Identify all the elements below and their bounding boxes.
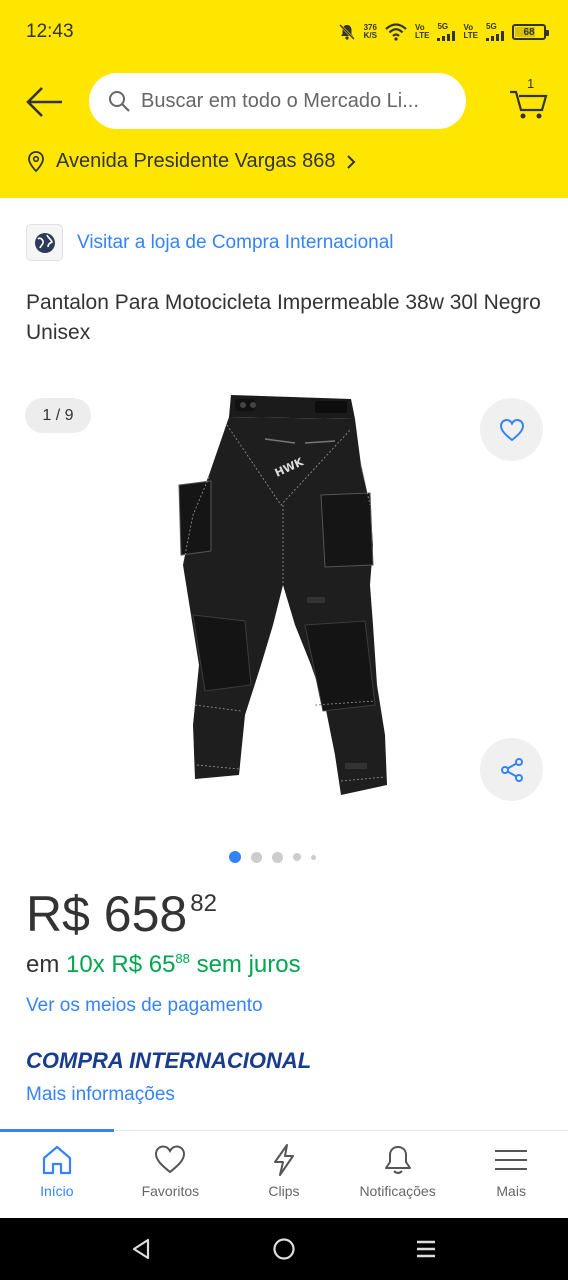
gallery-dot[interactable] bbox=[293, 853, 301, 861]
status-bar: 12:43 376 K/S Vo LTE 5G Vo LTE 5G 68 bbox=[0, 0, 568, 64]
location-text: Avenida Presidente Vargas 868 bbox=[56, 150, 336, 172]
globe-icon bbox=[26, 224, 63, 261]
gallery-dot[interactable] bbox=[272, 851, 283, 863]
product-title: Pantalon Para Motocicleta Impermeable 38… bbox=[26, 291, 541, 344]
chevron-right-icon bbox=[347, 154, 356, 169]
app-header: 12:43 376 K/S Vo LTE 5G Vo LTE 5G 68 Bus… bbox=[0, 0, 568, 198]
store-link[interactable]: Visitar a loja de Compra Internacional bbox=[77, 232, 394, 254]
nav-more[interactable]: Mais bbox=[454, 1131, 568, 1218]
battery-icon: 68 bbox=[512, 24, 549, 40]
wifi-icon bbox=[385, 23, 407, 41]
gallery-dot[interactable] bbox=[311, 854, 316, 860]
system-home-icon[interactable] bbox=[272, 1237, 296, 1261]
active-tab-indicator bbox=[0, 1129, 114, 1132]
signal-2: 5G bbox=[486, 23, 504, 41]
installment-amount: 10x R$ 6588 sem juros bbox=[66, 951, 301, 978]
share-icon bbox=[500, 757, 523, 782]
installments: em 10x R$ 6588 sem juros bbox=[26, 951, 301, 978]
price-amount: R$ 658 bbox=[26, 886, 188, 942]
price-cents: 82 bbox=[190, 890, 217, 917]
volte-1: Vo LTE bbox=[414, 23, 430, 40]
status-time: 12:43 bbox=[26, 21, 74, 42]
menu-icon bbox=[495, 1150, 528, 1170]
cart-icon bbox=[510, 90, 548, 119]
favorite-button[interactable] bbox=[480, 398, 543, 461]
bell-icon bbox=[384, 1146, 411, 1174]
product-image[interactable]: HWK bbox=[165, 385, 395, 810]
lightning-icon bbox=[273, 1144, 294, 1176]
search-placeholder: Buscar em todo o Mercado Li... bbox=[141, 89, 419, 112]
system-recents-icon[interactable] bbox=[415, 1238, 437, 1260]
signal-1: 5G bbox=[437, 23, 456, 41]
volte-2: Vo LTE bbox=[463, 23, 478, 40]
arrow-left-icon bbox=[26, 87, 62, 117]
store-link-row[interactable]: Visitar a loja de Compra Internacional bbox=[26, 224, 394, 261]
signal-icon bbox=[437, 31, 456, 41]
search-input[interactable]: Buscar em todo o Mercado Li... bbox=[89, 73, 466, 129]
cart-button[interactable]: 1 bbox=[506, 76, 550, 122]
location-selector[interactable]: Avenida Presidente Vargas 868 bbox=[26, 150, 357, 173]
status-icons: 376 K/S Vo LTE 5G Vo LTE 5G 68 bbox=[338, 20, 549, 44]
heart-icon bbox=[499, 418, 524, 441]
system-back-icon[interactable] bbox=[130, 1238, 152, 1260]
international-label: COMPRA INTERNACIONAL bbox=[26, 1048, 312, 1073]
net-speed: 376 K/S bbox=[363, 23, 377, 40]
image-counter: 1 / 9 bbox=[25, 398, 91, 433]
nav-home[interactable]: Início bbox=[0, 1131, 114, 1218]
gallery-dot-active[interactable] bbox=[229, 851, 241, 863]
location-pin-icon bbox=[28, 150, 44, 172]
nav-clips[interactable]: Clips bbox=[227, 1131, 341, 1218]
dnd-icon bbox=[338, 24, 355, 40]
gallery-dot[interactable] bbox=[251, 851, 262, 863]
nav-favorites[interactable]: Favoritos bbox=[114, 1131, 228, 1218]
share-button[interactable] bbox=[480, 738, 543, 801]
back-button[interactable] bbox=[22, 82, 66, 122]
gallery-pagination[interactable] bbox=[229, 851, 316, 863]
heart-icon bbox=[155, 1145, 186, 1174]
payment-methods-link[interactable]: Ver os meios de pagamento bbox=[26, 995, 263, 1017]
signal-icon bbox=[486, 31, 504, 41]
nav-notifications[interactable]: Notificações bbox=[341, 1131, 455, 1218]
system-navigation-bar bbox=[0, 1218, 568, 1280]
home-icon bbox=[42, 1145, 71, 1175]
search-icon bbox=[109, 91, 130, 112]
price: R$ 658 82 bbox=[26, 884, 217, 944]
more-info-link[interactable]: Mais informações bbox=[26, 1084, 175, 1106]
bottom-navigation: Início Favoritos Clips Notificações Mais bbox=[0, 1129, 568, 1218]
